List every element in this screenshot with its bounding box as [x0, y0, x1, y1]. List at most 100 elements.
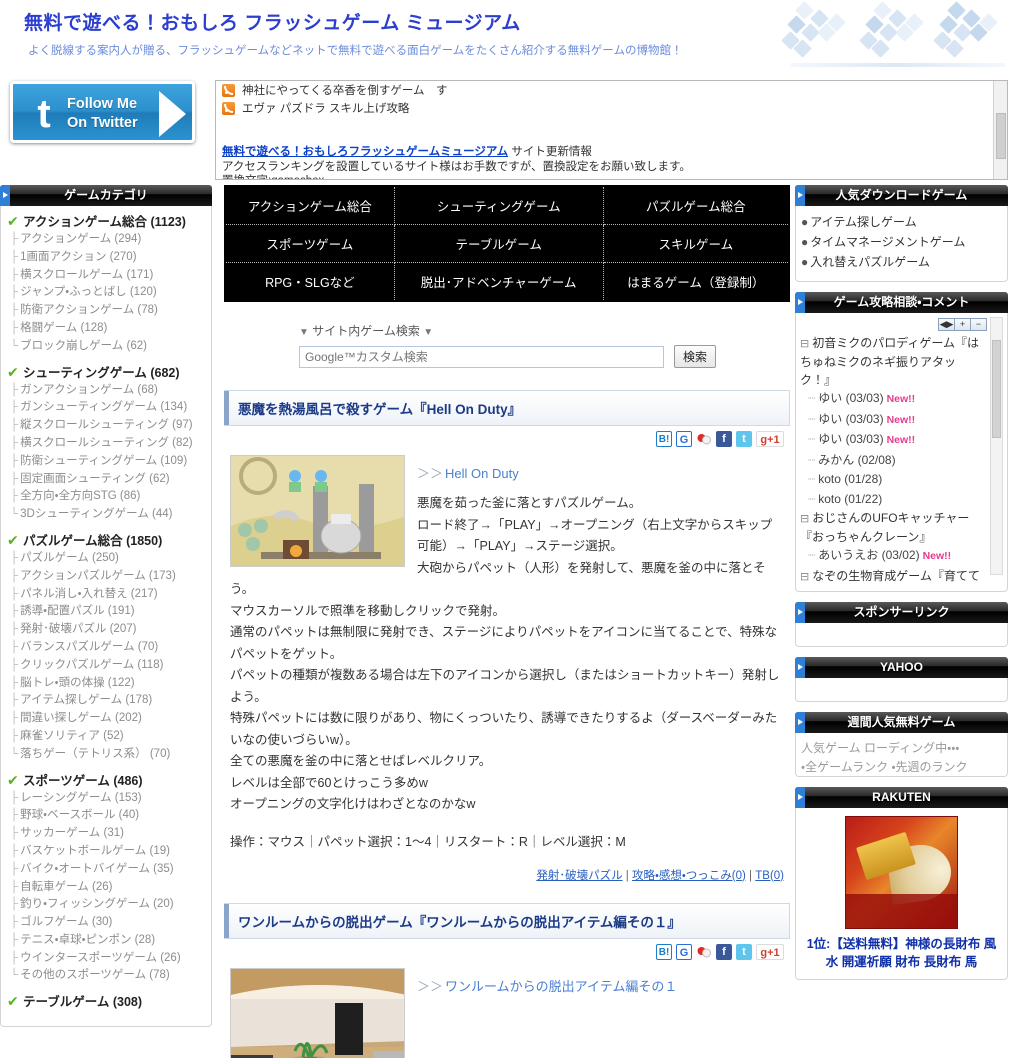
- category-sub-item[interactable]: ├ ゴルフゲーム (30): [7, 914, 205, 932]
- scrollbar-thumb[interactable]: [992, 340, 1001, 438]
- scrollbar-thumb[interactable]: [996, 113, 1006, 159]
- search-input[interactable]: [299, 345, 664, 368]
- comment-reply[interactable]: ┈ koto (01/28): [800, 470, 1003, 490]
- category-sub-item[interactable]: ├ ジャンプ・ふっとばし (120): [7, 284, 205, 302]
- category-sub-item[interactable]: ├ 固定画面シューティング (62): [7, 471, 205, 489]
- comment-reply[interactable]: ┈ ゆい (03/03) New!!: [800, 430, 1003, 451]
- download-list-item[interactable]: ● アイテム探しゲーム: [801, 212, 1002, 232]
- nav-cell-puzzle[interactable]: パズルゲーム総合: [602, 185, 790, 225]
- hatena-bookmark-icon[interactable]: B!: [656, 943, 672, 960]
- nav-cell-sports[interactable]: スポーツゲーム: [224, 224, 395, 263]
- download-list-item[interactable]: ● タイムマネージメントゲーム: [801, 232, 1002, 252]
- rss-feed-item[interactable]: 神社にやってくる卒香を倒すゲーム す: [216, 81, 1007, 99]
- category-sub-item[interactable]: ├ 間違い探しゲーム (202): [7, 710, 205, 728]
- category-sub-item[interactable]: ├ 防衛アクションゲーム (78): [7, 302, 205, 320]
- category-sub-item[interactable]: ├ 麻雀ソリティア (52): [7, 728, 205, 746]
- hatena-bookmark-icon[interactable]: B!: [656, 431, 672, 447]
- twitter-icon[interactable]: t: [736, 431, 752, 447]
- category-sub-item[interactable]: ├ バランスパズルゲーム (70): [7, 639, 205, 657]
- category-sub-item[interactable]: ├ アクションゲーム (294): [7, 231, 205, 249]
- category-sub-item[interactable]: ├ 防衛シューティングゲーム (109): [7, 453, 205, 471]
- delicious-icon[interactable]: [696, 431, 712, 447]
- category-sub-item[interactable]: └ 落ちゲー（テトリス系） (70): [7, 746, 205, 764]
- nav-cell-skill[interactable]: スキルゲーム: [602, 224, 790, 263]
- category-sub-item[interactable]: ├ パネル消し・入れ替え (217): [7, 586, 205, 604]
- category-sub-item[interactable]: ├ サッカーゲーム (31): [7, 825, 205, 843]
- category-sub-item[interactable]: ├ クリックパズルゲーム (118): [7, 657, 205, 675]
- comment-thread-topic[interactable]: ⊟ おじさんのUFOキャッチャー『おっちゃんクレーン』: [800, 509, 1003, 546]
- rakuten-product-image[interactable]: [845, 816, 958, 929]
- tree-collapse-icon[interactable]: ⊟: [800, 338, 809, 350]
- category-sub-item[interactable]: ├ 縦スクロールシューティング (97): [7, 417, 205, 435]
- comment-thread-topic[interactable]: ⊟なぞの生物育成ゲーム『育ててサンデイ２』: [800, 567, 1003, 586]
- category-sub-item[interactable]: ├ 全方向・全方向STG (86): [7, 488, 205, 506]
- category-main-item[interactable]: ✔ テーブルゲーム (308): [7, 994, 205, 1011]
- nav-cell-hamaru[interactable]: はまるゲーム（登録制）: [602, 262, 790, 302]
- comment-reply[interactable]: ┈ koto (01/22): [800, 490, 1003, 510]
- category-sub-item[interactable]: ├ 1画面アクション (270): [7, 249, 205, 267]
- comment-reply[interactable]: ┈ ゆい (03/03) New!!: [800, 410, 1003, 431]
- category-sub-item[interactable]: ├ 釣り・フィッシングゲーム (20): [7, 896, 205, 914]
- twitter-icon[interactable]: t: [736, 943, 752, 960]
- rakuten-product-caption[interactable]: 1位:【送料無料】神様の長財布 風水 開運祈願 財布 長財布 馬: [801, 929, 1002, 971]
- category-sub-item[interactable]: ├ アクションパズルゲーム (173): [7, 568, 205, 586]
- category-sub-item[interactable]: ├ バスケットボールゲーム (19): [7, 843, 205, 861]
- rss-feed-item[interactable]: エヴァ パズドラ スキル上げ攻略: [216, 99, 1007, 117]
- expand-all-button[interactable]: +: [954, 318, 971, 331]
- google-bookmark-icon[interactable]: G: [676, 431, 692, 447]
- nav-cell-table[interactable]: テーブルゲーム: [393, 224, 604, 263]
- article-title[interactable]: 悪魔を熱湯風呂で殺すゲーム『Hell On Duty』: [224, 390, 790, 426]
- category-sub-item[interactable]: ├ 発射･破壊パズル (207): [7, 621, 205, 639]
- category-sub-item[interactable]: ├ 誘導・配置パズル (191): [7, 603, 205, 621]
- category-sub-item[interactable]: └ その他のスポーツゲーム (78): [7, 967, 205, 985]
- category-main-item[interactable]: ✔ パズルゲーム総合 (1850): [7, 533, 205, 550]
- category-sub-item[interactable]: ├ 横スクロールシューティング (82): [7, 435, 205, 453]
- resize-toggle-button[interactable]: ◀▶: [938, 318, 955, 331]
- comment-thread-topic[interactable]: ⊟ 初音ミクのパロディゲーム『はちゅねミクのネギ振りアタック！』: [800, 334, 1003, 389]
- nav-cell-action[interactable]: アクションゲーム総合: [224, 185, 395, 225]
- category-sub-item[interactable]: ├ 横スクロールゲーム (171): [7, 267, 205, 285]
- comment-reply[interactable]: ┈ あいうえお (03/02) New!!: [800, 546, 1003, 567]
- category-sub-item[interactable]: ├ テニス・卓球・ピンポン (28): [7, 932, 205, 950]
- category-sub-item[interactable]: ├ アイテム探しゲーム (178): [7, 692, 205, 710]
- category-sub-item[interactable]: └ ブロック崩しゲーム (62): [7, 338, 205, 356]
- category-sub-item[interactable]: ├ バイク・オートバイゲーム (35): [7, 861, 205, 879]
- collapse-all-button[interactable]: −: [970, 318, 987, 331]
- google-plus-one-icon[interactable]: g+1: [756, 943, 784, 960]
- category-main-item[interactable]: ✔ スポーツゲーム (486): [7, 773, 205, 790]
- article-trackback-link[interactable]: TB(0): [755, 870, 784, 882]
- google-plus-one-icon[interactable]: g+1: [756, 431, 784, 447]
- category-sub-item[interactable]: ├ 格闘ゲーム (128): [7, 320, 205, 338]
- category-sub-item[interactable]: ├ パズルゲーム (250): [7, 550, 205, 568]
- comment-reply[interactable]: ┈ みかん (02/08): [800, 451, 1003, 471]
- category-sub-item[interactable]: ├ レーシングゲーム (153): [7, 790, 205, 808]
- category-sub-item[interactable]: ├ ウインタースポーツゲーム (26): [7, 950, 205, 968]
- rss-box-scrollbar[interactable]: [993, 81, 1007, 179]
- game-thumbnail[interactable]: [230, 967, 405, 1058]
- category-sub-item[interactable]: ├ ガンシューティングゲーム (134): [7, 399, 205, 417]
- category-sub-item[interactable]: ├ 脳トレ・頭の体操 (122): [7, 675, 205, 693]
- nav-cell-shooting[interactable]: シューティングゲーム: [393, 185, 604, 225]
- facebook-icon[interactable]: f: [716, 943, 732, 960]
- follow-me-on-twitter-button[interactable]: t Follow Me On Twitter: [10, 81, 195, 143]
- download-list-item[interactable]: ● 入れ替えパズルゲーム: [801, 252, 1002, 272]
- comments-scrollbar[interactable]: [990, 317, 1003, 575]
- search-button[interactable]: 検索: [674, 345, 716, 368]
- tree-collapse-icon[interactable]: ⊟: [800, 571, 809, 583]
- site-update-link[interactable]: 無料で遊べる！おもしろフラッシュゲームミュージアム: [222, 146, 508, 158]
- weekly-rank-links[interactable]: ・全ゲームランク ・先週のランク: [801, 758, 1002, 777]
- category-sub-item[interactable]: └ 3Dシューティングゲーム (44): [7, 506, 205, 524]
- article-title[interactable]: ワンルームからの脱出ゲーム『ワンルームからの脱出アイテム編その１』: [224, 902, 790, 939]
- comment-reply[interactable]: ┈ ゆい (03/03) New!!: [800, 389, 1003, 410]
- article-comments-link[interactable]: 攻略・感想・つっこみ(0): [632, 870, 746, 882]
- facebook-icon[interactable]: f: [716, 431, 732, 447]
- google-bookmark-icon[interactable]: G: [676, 943, 692, 960]
- nav-cell-rpg[interactable]: RPG・SLGなど: [224, 262, 395, 302]
- category-main-item[interactable]: ✔ アクションゲーム総合 (1123): [7, 214, 205, 231]
- category-sub-item[interactable]: ├ 自転車ゲーム (26): [7, 879, 205, 897]
- category-sub-item[interactable]: ├ 野球・ベースボール (40): [7, 807, 205, 825]
- game-thumbnail[interactable]: [230, 455, 405, 567]
- article-category-link[interactable]: 発射･破壊パズル: [536, 870, 622, 882]
- category-sub-item[interactable]: ├ ガンアクションゲーム (68): [7, 382, 205, 400]
- tree-collapse-icon[interactable]: ⊟: [800, 513, 809, 525]
